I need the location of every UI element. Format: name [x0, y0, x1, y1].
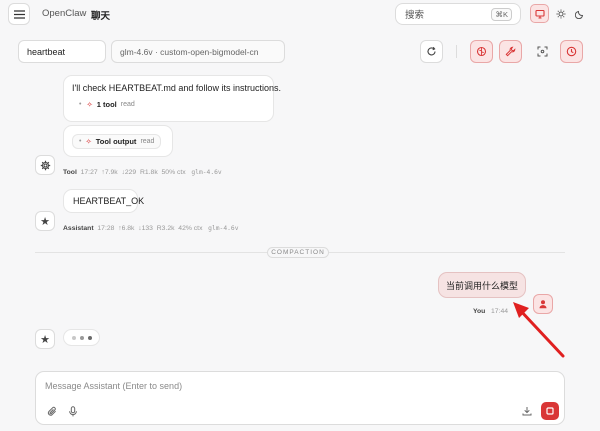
top-bar: OpenClaw › 聊天 搜索 ⌘K [0, 0, 600, 28]
typing-dots-icon [71, 335, 92, 340]
thinking-toggle-button[interactable] [470, 40, 493, 63]
compaction-divider-left [35, 252, 267, 253]
message-input[interactable]: Message Assistant (Enter to send) [45, 381, 182, 391]
star-icon: ★ [40, 333, 50, 346]
meta-time: 17:28 [97, 225, 115, 232]
meta-time: 17:27 [80, 169, 98, 176]
assistant-message-meta: Assistant 17:28 ↑6.8k ↓133 R3.2k 42% ctx… [63, 225, 239, 232]
model-select[interactable]: glm-4.6v · custom-open-bigmodel-cn [111, 40, 285, 63]
typing-indicator [63, 329, 100, 346]
message-composer[interactable]: Message Assistant (Enter to send) [35, 371, 565, 425]
star-icon: ★ [40, 215, 50, 228]
tool-output-label: Tool output [95, 137, 137, 146]
meta-context: 42% ctx [178, 225, 203, 232]
attach-button[interactable] [45, 404, 59, 418]
assistant-message-bubble: I'll check HEARTBEAT.md and follow its i… [63, 75, 281, 122]
model-value: glm-4.6v · custom-open-bigmodel-cn [120, 46, 259, 57]
search-shortcut: ⌘K [491, 8, 512, 21]
meta-tokens-down: ↓229 [121, 169, 137, 176]
breadcrumb-current: 聊天 [91, 11, 111, 22]
meta-role: Assistant [63, 225, 94, 232]
breadcrumb-app[interactable]: OpenClaw [42, 8, 86, 19]
meta-model: glm-4.6v [191, 169, 222, 176]
session-key-value: heartbeat [27, 46, 66, 57]
sparkle-icon: ✧ [85, 137, 92, 146]
focus-icon [537, 46, 548, 57]
toolbar-divider [456, 45, 457, 58]
search-label: 搜索 [405, 10, 425, 21]
menu-icon [13, 9, 25, 19]
sun-icon [556, 9, 565, 18]
meta-tokens-down: ↓133 [138, 225, 153, 232]
focus-mode-button[interactable] [531, 40, 554, 63]
mic-icon [69, 405, 77, 416]
meta-role: Tool [63, 169, 77, 176]
bullet-icon: • [79, 138, 82, 145]
meta-model: glm-4.6v [208, 225, 239, 232]
heartbeat-text: HEARTBEAT_OK [73, 196, 145, 206]
theme-light-button[interactable] [551, 4, 570, 23]
clock-icon [566, 46, 577, 57]
search-box[interactable]: 搜索 ⌘K [395, 3, 521, 25]
annotation-arrow [513, 302, 565, 358]
sparkle-icon: ✧ [86, 100, 93, 109]
meta-tokens-r: R1.8k [139, 169, 158, 176]
wrench-icon [505, 46, 516, 57]
tool-message-meta: Tool 17:27 ↑7.9k ↓229 R1.8k 50% ctx glm-… [63, 169, 222, 176]
meta-tokens-r: R3.2k [156, 225, 175, 232]
cron-history-button[interactable] [560, 40, 583, 63]
stop-icon [546, 407, 554, 415]
refresh-icon [427, 46, 436, 56]
tool-avatar [35, 155, 55, 175]
tool-name: read [120, 101, 135, 108]
tool-output-card: • ✧ Tool output read [63, 125, 173, 157]
menu-button[interactable] [8, 3, 30, 25]
session-key-field[interactable]: heartbeat [18, 40, 106, 63]
assistant-avatar-typing: ★ [35, 329, 55, 349]
user-message-meta: You 17:44 [473, 308, 508, 315]
monitor-icon [534, 9, 545, 19]
voice-button[interactable] [66, 404, 80, 418]
download-icon [522, 407, 532, 416]
stop-button[interactable] [541, 402, 559, 420]
assistant-message-text: I'll check HEARTBEAT.md and follow its i… [72, 83, 281, 93]
meta-role: You [473, 308, 486, 315]
tool-count: 1 tool [96, 100, 117, 109]
meta-tokens-up: ↑6.8k [118, 225, 135, 232]
assistant-avatar: ★ [35, 211, 55, 231]
theme-dark-button[interactable] [570, 4, 589, 23]
refresh-button[interactable] [420, 40, 443, 63]
theme-system-button[interactable] [530, 4, 549, 23]
gear-icon [40, 160, 50, 170]
user-message-text: 当前调用什么模型 [445, 280, 518, 291]
breadcrumb-separator: › [82, 8, 86, 19]
tools-toggle-button[interactable] [499, 40, 522, 63]
user-message-bubble: 当前调用什么模型 [438, 272, 526, 298]
tool-summary[interactable]: • ✧ 1 tool read [79, 100, 135, 109]
moon-icon [574, 10, 583, 19]
compaction-divider-right [329, 252, 565, 253]
tool-output-chip[interactable]: • ✧ Tool output read [72, 134, 162, 149]
compaction-label: COMPACTION [267, 247, 329, 258]
export-button[interactable] [520, 404, 534, 418]
brain-icon [476, 46, 487, 57]
heartbeat-message-bubble: HEARTBEAT_OK [63, 189, 144, 213]
paperclip-icon [47, 406, 56, 416]
bullet-icon: • [79, 101, 82, 108]
meta-tokens-up: ↑7.9k [101, 169, 118, 176]
tool-output-name: read [140, 138, 155, 145]
meta-context: 50% ctx [161, 169, 186, 176]
